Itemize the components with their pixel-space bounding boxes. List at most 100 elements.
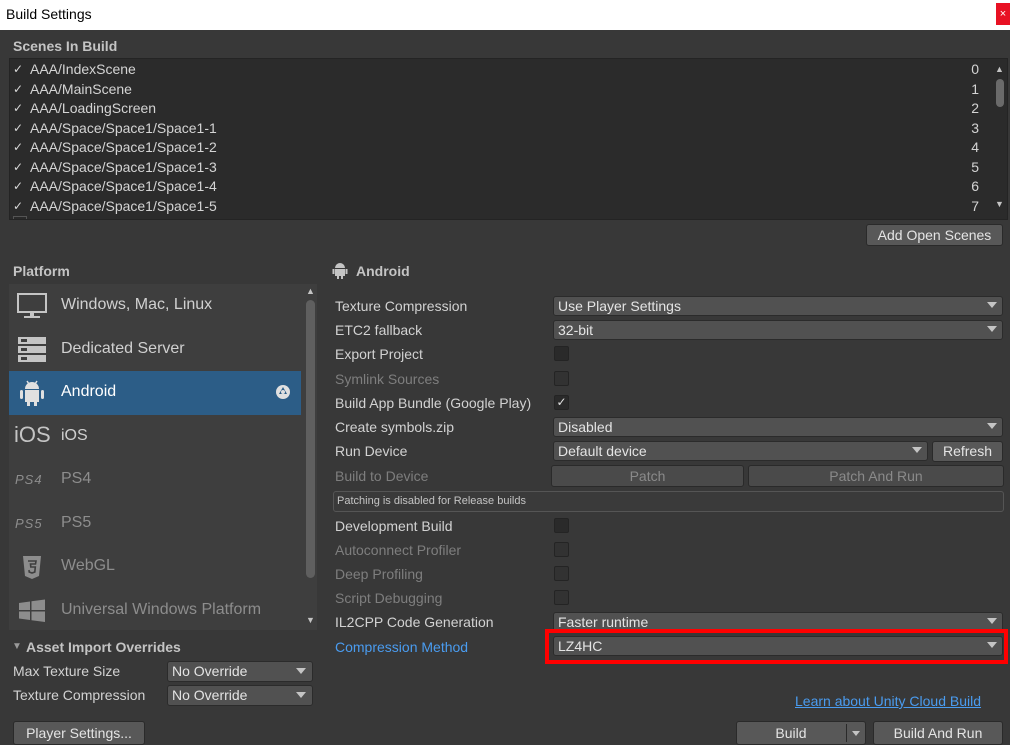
platform-label: Dedicated Server [61,339,185,357]
max-texture-size-dropdown[interactable]: No Override [167,661,313,682]
windows-icon [19,599,45,622]
script-debugging-checkbox [554,590,569,605]
platform-item-dedicated-server[interactable]: Dedicated Server [9,328,301,372]
scroll-down-icon[interactable]: ▼ [306,615,315,625]
chevron-down-icon [296,692,306,698]
html5-icon [23,556,41,579]
monitor-icon [17,293,47,318]
patch-and-run-button[interactable]: Patch And Run [748,465,1004,487]
platform-label: PS5 [61,513,92,531]
android-header: Android [356,263,410,279]
script-debugging-label: Script Debugging [335,590,443,606]
window-title: Build Settings [6,6,92,22]
max-texture-size-label: Max Texture Size [13,663,121,679]
autoconnect-profiler-label: Autoconnect Profiler [335,542,462,558]
unity-cloud-build-link[interactable]: Learn about Unity Cloud Build [795,693,981,709]
unity-logo-icon [276,385,290,399]
chevron-down-icon [987,618,997,624]
dropdown-value: Use Player Settings [558,298,681,314]
scene-index: 6 [971,178,979,194]
scroll-down-icon[interactable]: ▼ [995,199,1004,209]
platform-item-ps5[interactable]: PS5 PS5 [9,502,301,546]
symlink-sources-label: Symlink Sources [335,371,440,387]
platform-item-windows[interactable]: Windows, Mac, Linux [9,284,301,328]
texture-compression-setting-label: Texture Compression [335,298,468,314]
dropdown-value: Faster runtime [558,614,649,630]
chevron-down-icon [987,423,997,429]
refresh-button[interactable]: Refresh [932,441,1003,462]
patch-button[interactable]: Patch [551,465,744,487]
dropdown-value: 32-bit [558,322,594,338]
close-icon[interactable]: × [996,3,1010,25]
build-and-run-button[interactable]: Build And Run [873,721,1003,745]
check-icon[interactable]: ✓ [13,99,23,118]
scene-name: AAA/Space/Space1/Space1-3 [30,158,217,175]
create-symbols-dropdown[interactable]: Disabled [553,417,1003,437]
scene-index: 4 [971,139,979,155]
check-icon[interactable]: ✓ [13,197,23,216]
autoconnect-profiler-checkbox [554,542,569,557]
highlight-box [545,629,1008,664]
export-project-checkbox[interactable] [554,346,569,361]
build-app-bundle-label: Build App Bundle (Google Play) [335,395,532,411]
check-icon[interactable]: ✓ [13,138,23,157]
scroll-up-icon[interactable]: ▲ [306,286,315,296]
platform-label: Android [61,383,117,400]
check-icon[interactable]: ✓ [13,60,23,79]
scenes-scrollbar[interactable]: ▲ ▼ [993,59,1007,219]
scene-row[interactable]: ✓ AAA/MainScene 1 [10,80,985,100]
dropdown-value: No Override [172,687,248,703]
scene-index: 5 [971,158,979,175]
platform-item-android[interactable]: Android [9,371,301,415]
check-icon[interactable]: ✓ [13,119,23,138]
development-build-checkbox[interactable] [554,518,569,533]
scenes-list[interactable]: ✓ AAA/IndexScene 0 ✓ AAA/MainScene 1 ✓ AAA/Lo… [9,58,1008,220]
scrollbar-thumb[interactable] [996,79,1004,107]
platform-item-ps4[interactable]: PS4 PS4 [9,458,301,502]
check-icon[interactable]: ✓ [13,158,23,177]
scene-name: AAA/Space/Space1/Space1-2 [30,139,217,155]
asset-import-overrides-title[interactable]: Asset Import Overrides [26,639,181,655]
run-device-dropdown[interactable]: Default device [553,441,928,461]
texture-compression-setting-dropdown[interactable]: Use Player Settings [553,296,1003,316]
ios-icon: iOS [14,421,51,447]
scene-row[interactable]: ✓ AAA/Space/Space1/Space1-5 7 [10,197,985,217]
chevron-down-icon [852,731,860,736]
etc2-fallback-dropdown[interactable]: 32-bit [553,320,1003,340]
create-symbols-label: Create symbols.zip [335,419,455,435]
platform-item-webgl[interactable]: WebGL [9,545,301,589]
platform-item-ios[interactable]: iOS iOS [9,415,301,459]
platform-label: Universal Windows Platform [61,600,262,618]
scene-index: 7 [971,197,979,214]
scenes-in-build-title: Scenes In Build [13,38,118,54]
build-app-bundle-checkbox[interactable]: ✓ [554,395,569,410]
android-icon [20,380,44,406]
texture-compression-dropdown[interactable]: No Override [167,685,313,706]
compression-method-label: Compression Method [335,639,469,655]
check-icon[interactable]: ✓ [13,80,23,99]
foldout-arrow-icon[interactable]: ▼ [12,641,22,652]
scene-row[interactable]: ✓ AAA/Space/Space1/Space1-3 5 [10,158,985,178]
platform-scrollbar[interactable]: ▲ ▼ [303,284,317,630]
run-device-label: Run Device [335,443,408,459]
platform-label: Windows, Mac, Linux [61,296,213,313]
scene-name: AAA/Space/Space1/Space1-1 [30,119,217,136]
patching-help-box: Patching is disabled for Release builds [333,491,1004,512]
add-open-scenes-button[interactable]: Add Open Scenes [866,224,1003,246]
platform-item-uwp[interactable]: Universal Windows Platform [9,589,301,631]
scene-row[interactable]: ✓ AAA/LoadingScreen 2 [10,99,985,119]
scrollbar-thumb[interactable] [306,300,315,578]
scene-name: AAA/LoadingScreen [30,100,157,116]
scene-row[interactable]: ✓ AAA/IndexScene 0 [10,60,985,80]
scene-index: 0 [971,61,979,77]
build-options-dropdown[interactable] [846,724,864,742]
scene-row[interactable]: ✓ AAA/Space/Space1/Space1-1 3 [10,119,985,139]
scroll-up-icon[interactable]: ▲ [995,64,1004,74]
export-project-label: Export Project [335,346,423,362]
scene-row[interactable]: ✓ AAA/Space/Space1/Space1-4 6 [10,177,985,197]
player-settings-button[interactable]: Player Settings... [13,721,145,745]
platform-list[interactable]: Windows, Mac, Linux Dedicated Server And… [9,284,317,630]
check-icon[interactable]: ✓ [13,177,23,196]
scene-name: AAA/Space/Space1/Space1-4 [30,178,217,194]
scene-row[interactable]: ✓ AAA/Space/Space1/Space1-2 4 [10,138,985,158]
